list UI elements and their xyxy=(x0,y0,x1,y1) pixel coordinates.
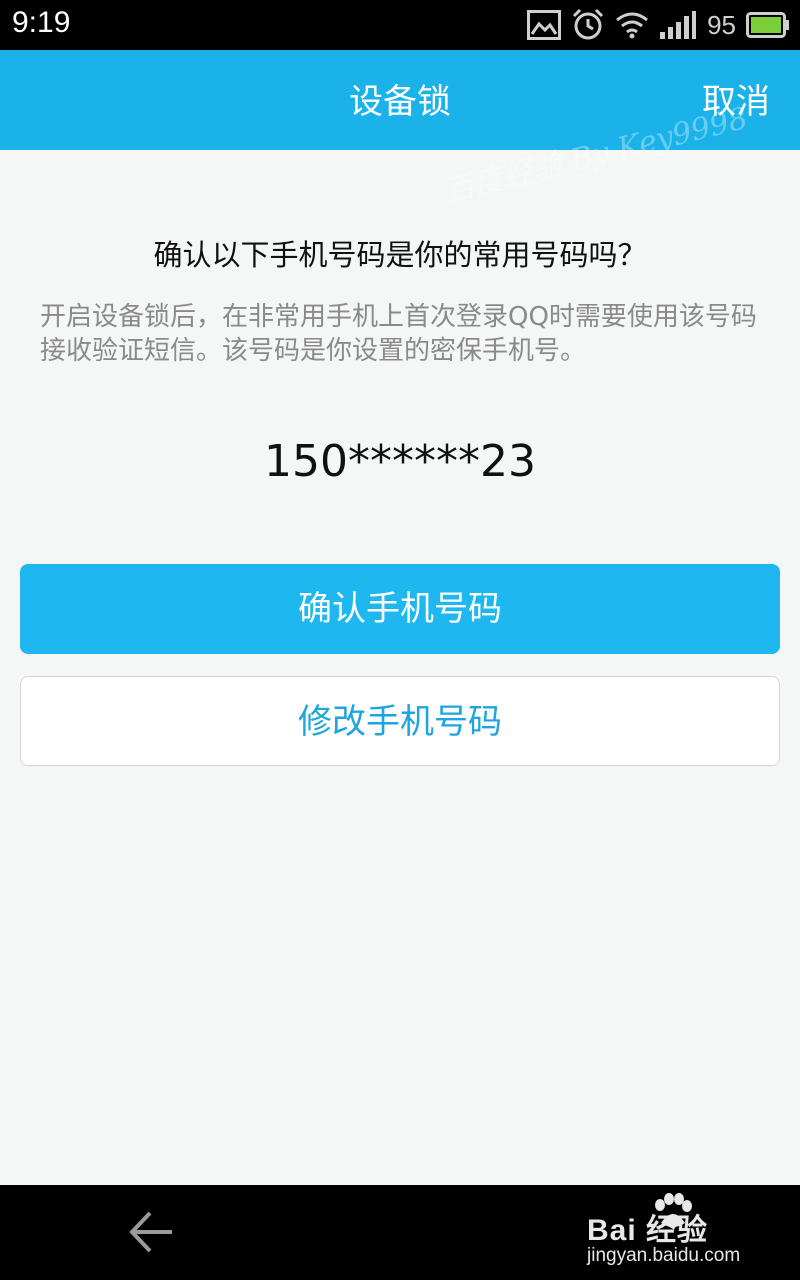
top-nav-bar: 设备锁 百度经验 By Key9998 取消 xyxy=(0,50,800,210)
cancel-button[interactable]: 取消 xyxy=(702,74,770,123)
alarm-icon xyxy=(571,8,605,42)
confirm-phone-button[interactable]: 确认手机号码 xyxy=(20,564,780,654)
phone-number: 150******23 xyxy=(264,436,536,487)
back-arrow-icon[interactable] xyxy=(126,1207,176,1261)
baidu-jingyan-logo: Bai 经验 jingyan.baidu.com xyxy=(585,1193,795,1273)
modify-phone-button[interactable]: 修改手机号码 xyxy=(20,676,780,766)
description-text: 开启设备锁后，在非常用手机上首次登录QQ时需要使用该号码接收验证短信。该号码是你… xyxy=(40,302,757,366)
system-nav-bar: Bai 经验 jingyan.baidu.com xyxy=(0,1185,800,1280)
wifi-icon xyxy=(615,10,649,40)
baidu-brand-text: Bai 经验 xyxy=(587,1214,709,1247)
baidu-url: jingyan.baidu.com xyxy=(587,1245,741,1266)
status-time: 9:19 xyxy=(12,6,71,39)
signal-icon xyxy=(659,10,697,40)
confirm-question: 确认以下手机号码是你的常用号码吗？ xyxy=(153,238,647,272)
battery-level: 95 xyxy=(707,9,736,40)
image-icon xyxy=(527,10,562,40)
status-icons: 95 xyxy=(527,6,790,44)
battery-icon xyxy=(746,12,790,38)
status-bar: 9:19 95 xyxy=(0,0,800,50)
